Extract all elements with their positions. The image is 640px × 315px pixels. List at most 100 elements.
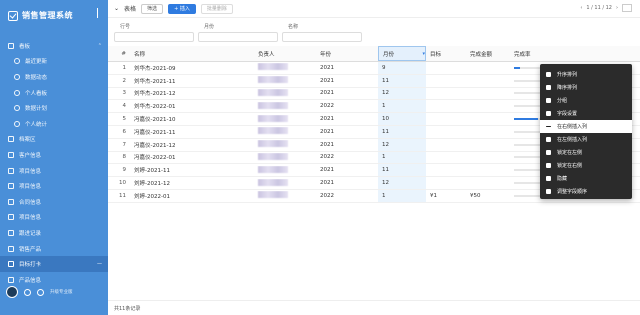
menu-item-icon bbox=[546, 126, 551, 127]
header-target[interactable]: 目标 bbox=[426, 50, 466, 58]
row-index: 5 bbox=[122, 116, 127, 123]
cell-name: 冯嘉仪-2021-10 bbox=[134, 117, 176, 124]
context-menu-item[interactable]: 锁定在右侧 bbox=[540, 159, 632, 172]
menu-item-icon bbox=[546, 176, 551, 181]
page-size-select[interactable] bbox=[622, 4, 632, 12]
context-menu-item[interactable]: 锁定在左侧 bbox=[540, 146, 632, 159]
cell-name: 刘华杰-2022-01 bbox=[134, 104, 176, 111]
context-menu-item[interactable]: 降序排列 bbox=[540, 81, 632, 94]
progress-bar bbox=[514, 194, 542, 197]
sidebar-item-0[interactable]: 看板 ⌃ bbox=[0, 38, 108, 54]
cell-owner bbox=[254, 191, 316, 200]
sidebar-item-13[interactable]: 销售产品 bbox=[0, 241, 108, 257]
cell-year: 2022 bbox=[320, 154, 334, 161]
view-title[interactable]: 表格 bbox=[124, 4, 136, 13]
filter-input-row[interactable] bbox=[114, 32, 194, 42]
redacted-owner bbox=[258, 140, 288, 148]
cell-year: 2021 bbox=[320, 141, 334, 148]
filter-label-row: 行号 bbox=[120, 24, 131, 30]
progress-bar bbox=[514, 130, 542, 133]
cell-owner bbox=[254, 114, 316, 124]
sidebar-item-14[interactable]: 目标打卡 — bbox=[0, 256, 108, 272]
batch-delete-button[interactable]: 批量删除 bbox=[200, 3, 233, 14]
bullet-icon bbox=[14, 73, 20, 80]
sidebar-item-2[interactable]: 数据动态 bbox=[0, 69, 108, 85]
redacted-owner bbox=[258, 63, 288, 71]
context-menu-item[interactable]: 在右侧插入列 bbox=[540, 120, 632, 133]
sidebar-item-5[interactable]: 个人统计 bbox=[0, 116, 108, 132]
menu-item-icon bbox=[546, 163, 551, 168]
cell-year: 2021 bbox=[320, 77, 334, 84]
cell-name: 冯嘉仪-2021-12 bbox=[134, 142, 176, 149]
folder-icon bbox=[8, 245, 14, 252]
sidebar-item-9[interactable]: 项目信息 bbox=[0, 178, 108, 194]
insert-button[interactable]: + 插入 bbox=[168, 3, 196, 14]
cell-owner bbox=[254, 140, 316, 149]
settings-icon[interactable] bbox=[24, 288, 31, 296]
progress-bar bbox=[514, 66, 542, 69]
redacted-owner bbox=[258, 178, 288, 186]
collapse-sidebar-icon[interactable] bbox=[97, 8, 103, 18]
upgrade-link[interactable]: 升级专业版 bbox=[50, 289, 73, 295]
cell-owner bbox=[254, 127, 316, 136]
sidebar-item-10[interactable]: 合同信息 bbox=[0, 194, 108, 210]
header-done[interactable]: 完成金额 bbox=[466, 50, 510, 58]
sidebar-nav: 看板 ⌃ 最近更新 数据动态 个人看板 数据计划 个人统计 档案区 客户信息 项目信息 项目信息 合同… bbox=[0, 38, 108, 288]
avatar[interactable] bbox=[6, 286, 18, 298]
sidebar-item-12[interactable]: 跟进记录 bbox=[0, 225, 108, 241]
sidebar-item-label: 最近更新 bbox=[25, 59, 48, 66]
header-owner[interactable]: 负责人 bbox=[254, 50, 316, 58]
filter-button[interactable]: 筛选 bbox=[141, 3, 164, 14]
prev-page-icon[interactable]: ‹ bbox=[580, 5, 582, 11]
sidebar-item-8[interactable]: 项目信息 bbox=[0, 163, 108, 179]
menu-item-label: 在左侧插入列 bbox=[557, 137, 588, 143]
cell-name: 冯嘉仪-2021-11 bbox=[134, 129, 176, 136]
cell-owner bbox=[254, 165, 316, 175]
menu-item-label: 升序排列 bbox=[557, 72, 578, 78]
app-window: 销售管理系统 看板 ⌃ 最近更新 数据动态 个人看板 数据计划 个人统计 档案区 客户信息 项目信… bbox=[0, 0, 640, 315]
filter-input-month[interactable] bbox=[198, 32, 278, 42]
context-menu-item[interactable]: 调整字段顺序 bbox=[540, 185, 632, 198]
next-page-icon[interactable]: › bbox=[616, 5, 618, 11]
context-menu-item[interactable]: 隐藏 bbox=[540, 172, 632, 185]
context-menu-item[interactable]: 字段设置 bbox=[540, 107, 632, 120]
folder-icon bbox=[8, 167, 14, 174]
cell-year: 2021 bbox=[320, 64, 334, 71]
chevron-down-icon[interactable]: ⌄ bbox=[114, 5, 119, 12]
app-logo[interactable]: 销售管理系统 bbox=[8, 10, 73, 21]
row-index: 11 bbox=[119, 192, 126, 199]
header-year[interactable]: 年份 bbox=[316, 50, 378, 58]
header-rate[interactable]: 完成率 bbox=[510, 50, 590, 58]
context-menu-item[interactable]: 在左侧插入列 bbox=[540, 133, 632, 146]
row-index: 10 bbox=[119, 180, 126, 187]
context-menu-item[interactable]: 分组 bbox=[540, 94, 632, 107]
sidebar-item-1[interactable]: 最近更新 bbox=[0, 54, 108, 70]
menu-item-label: 隐藏 bbox=[557, 176, 568, 182]
cell-owner bbox=[254, 101, 316, 111]
sidebar-item-label: 个人统计 bbox=[25, 121, 48, 128]
sidebar-item-4[interactable]: 数据计划 bbox=[0, 100, 108, 116]
filter-input-name[interactable] bbox=[282, 32, 362, 42]
notification-icon[interactable] bbox=[37, 288, 44, 296]
menu-item-icon bbox=[546, 111, 551, 116]
sidebar-item-label: 档案区 bbox=[19, 137, 36, 144]
header-month[interactable]: 月份 ▾ bbox=[378, 46, 426, 61]
sidebar-item-11[interactable]: 项目信息 bbox=[0, 210, 108, 226]
cell-name: 刘婷-2022-01 bbox=[134, 193, 170, 200]
context-menu-item[interactable]: 升序排列 bbox=[540, 68, 632, 81]
progress-bar bbox=[514, 182, 542, 185]
menu-item-label: 降序排列 bbox=[557, 85, 578, 91]
sidebar-item-label: 数据计划 bbox=[25, 106, 48, 113]
sidebar-item-3[interactable]: 个人看板 bbox=[0, 85, 108, 101]
redacted-owner bbox=[258, 191, 288, 199]
cell-year: 2022 bbox=[320, 103, 334, 110]
filter-bar: 行号 月份 名称 bbox=[108, 18, 640, 44]
sidebar-item-7[interactable]: 客户信息 bbox=[0, 147, 108, 163]
check-square-icon bbox=[8, 10, 18, 21]
header-name[interactable]: 名称 bbox=[130, 50, 254, 58]
cell-month: 11 bbox=[378, 164, 426, 177]
sidebar-item-6[interactable]: 档案区 bbox=[0, 132, 108, 148]
chevron-down-icon[interactable]: ▾ bbox=[422, 51, 425, 57]
menu-item-label: 字段设置 bbox=[557, 111, 578, 117]
menu-item-label: 锁定在左侧 bbox=[557, 150, 583, 156]
